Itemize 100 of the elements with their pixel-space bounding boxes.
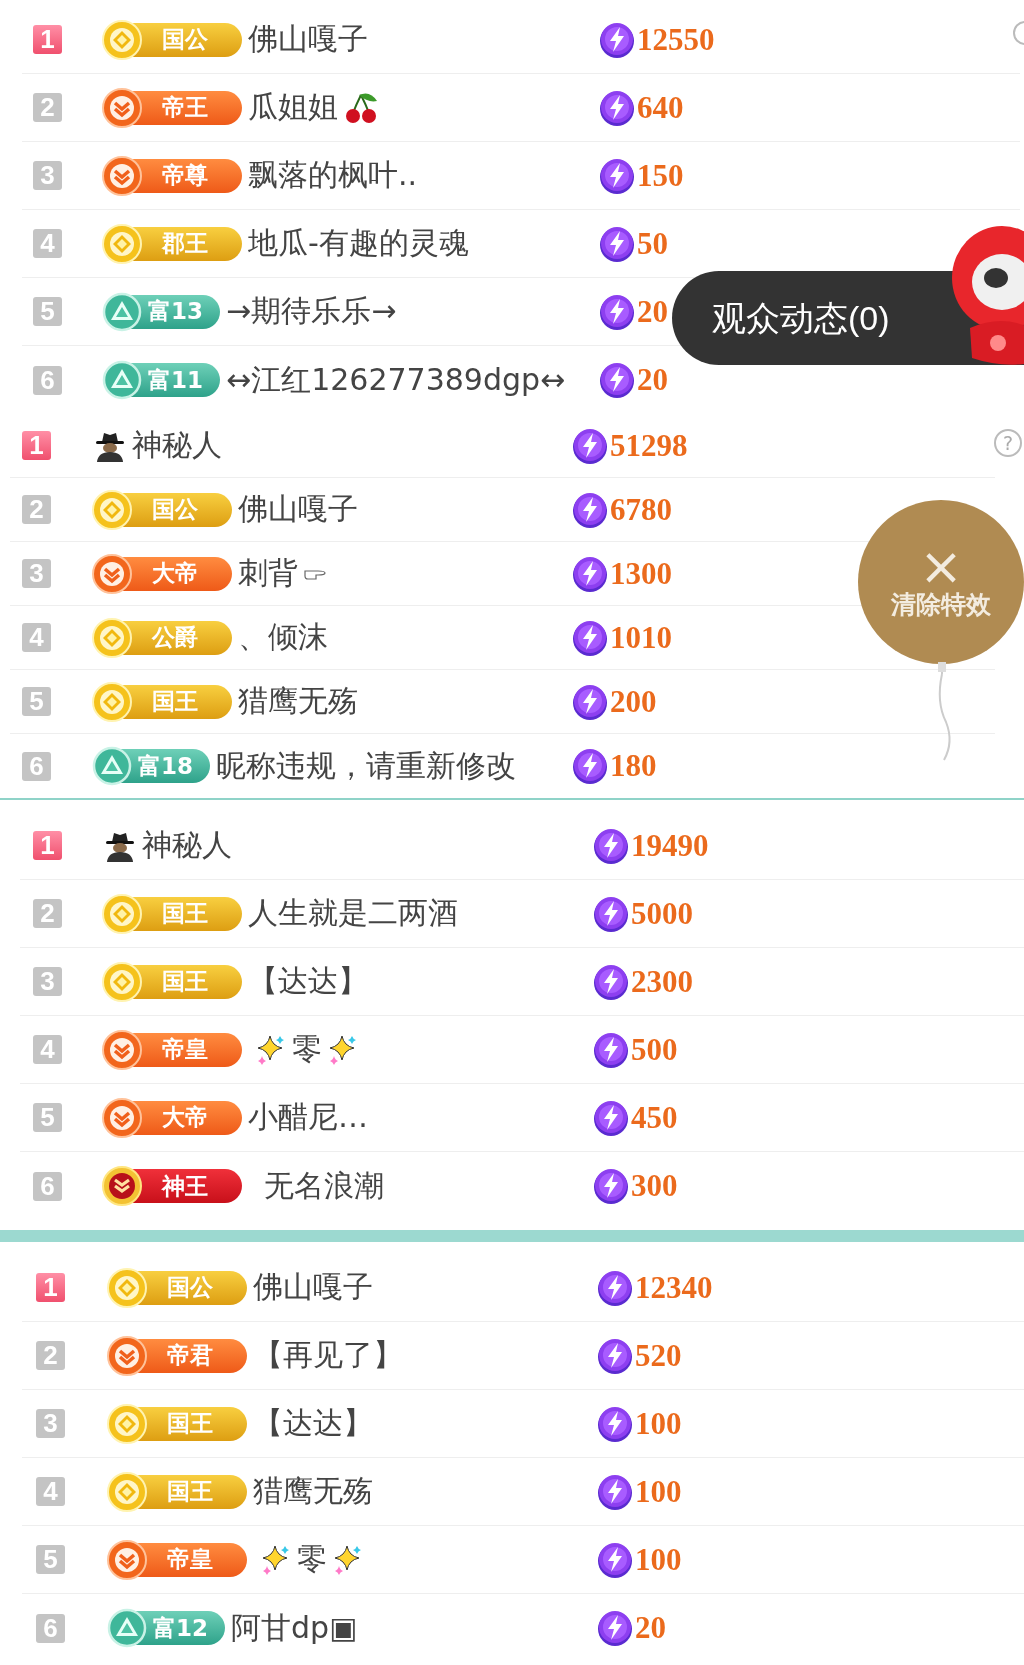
sparkle-icon xyxy=(333,1543,363,1576)
lightning-coin-icon xyxy=(572,554,608,593)
rank-number: 1 xyxy=(36,1273,65,1302)
cherry-icon xyxy=(344,90,378,125)
help-icon[interactable]: ? xyxy=(994,429,1022,457)
sparkle-icon xyxy=(328,1033,358,1066)
score-value: 6780 xyxy=(610,491,672,528)
lightning-coin-icon xyxy=(593,894,629,933)
level-badge: 帝君 xyxy=(109,1338,247,1373)
level-badge: 富13 xyxy=(104,294,220,329)
lightning-coin-icon xyxy=(593,1098,629,1137)
user-name: 佛山嘎子 xyxy=(248,20,368,58)
lightning-coin-icon xyxy=(572,682,608,721)
score-value: 180 xyxy=(610,748,657,784)
lightning-coin-icon xyxy=(597,1609,633,1647)
user-name: 猎鹰无殇 xyxy=(238,682,358,720)
user-name: 零 xyxy=(297,1540,327,1578)
lightning-coin-icon xyxy=(599,361,635,399)
user-name: 地瓜-有趣的灵魂 xyxy=(248,224,469,262)
level-badge: 帝尊 xyxy=(104,158,242,193)
score-value: 5000 xyxy=(631,895,693,932)
lightning-coin-icon xyxy=(597,1336,633,1375)
level-badge: 国王 xyxy=(104,964,242,999)
rank-number: 4 xyxy=(33,1035,62,1064)
lightning-coin-icon xyxy=(597,1472,633,1511)
level-badge: 帝皇 xyxy=(104,1032,242,1067)
lightning-coin-icon xyxy=(597,1404,633,1443)
rank-number: 6 xyxy=(36,1613,65,1643)
user-name: ↔江红126277389dgp↔ xyxy=(226,360,566,399)
level-badge: 国王 xyxy=(109,1474,247,1509)
lightning-coin-icon xyxy=(593,962,629,1001)
lightning-coin-icon xyxy=(593,1030,629,1069)
lightning-coin-icon xyxy=(599,156,635,195)
score-value: 12550 xyxy=(637,21,715,58)
score-value: 450 xyxy=(631,1099,678,1136)
rank-number: 2 xyxy=(36,1341,65,1370)
score-value: 20 xyxy=(637,293,668,330)
rank-number: 5 xyxy=(22,687,51,716)
score-value: 300 xyxy=(631,1168,678,1204)
level-badge: 大帝 xyxy=(94,556,232,591)
level-badge: 公爵 xyxy=(94,620,232,655)
level-badge: 大帝 xyxy=(104,1100,242,1135)
score-value: 100 xyxy=(635,1541,682,1578)
level-badge: 富12 xyxy=(109,1611,225,1645)
rank-number: 5 xyxy=(33,1103,62,1132)
rank-number: 5 xyxy=(36,1545,65,1574)
score-value: 200 xyxy=(610,683,657,720)
score-value: 100 xyxy=(635,1405,682,1442)
rank-number: 6 xyxy=(33,365,62,395)
score-value: 2300 xyxy=(631,963,693,1000)
score-value: 20 xyxy=(635,1610,666,1646)
lightning-coin-icon xyxy=(599,292,635,331)
score-value: 1300 xyxy=(610,555,672,592)
user-name: 佛山嘎子 xyxy=(253,1268,373,1306)
lightning-coin-icon xyxy=(599,224,635,263)
rank-number: 6 xyxy=(33,1171,62,1201)
rank-number: 4 xyxy=(36,1477,65,1506)
level-badge: 国王 xyxy=(109,1406,247,1441)
lightning-coin-icon xyxy=(572,490,608,529)
lightning-coin-icon xyxy=(599,20,635,59)
score-value: 12340 xyxy=(635,1269,713,1306)
score-value: 150 xyxy=(637,157,684,194)
rank-number: 1 xyxy=(33,831,62,860)
user-name: 人生就是二两酒 xyxy=(248,894,458,932)
user-name: 神秘人 xyxy=(132,426,222,464)
rank-number: 2 xyxy=(33,899,62,928)
level-badge: 国公 xyxy=(94,492,232,527)
level-badge: 国王 xyxy=(94,684,232,719)
score-value: 100 xyxy=(635,1473,682,1510)
lightning-coin-icon xyxy=(572,747,608,785)
user-name: 无名浪潮 xyxy=(264,1166,384,1205)
level-badge: 帝王 xyxy=(104,90,242,125)
user-name: 昵称违规，请重新修改 xyxy=(216,746,516,785)
score-value: 520 xyxy=(635,1337,682,1374)
lightning-coin-icon xyxy=(572,426,608,465)
sparkle-icon xyxy=(261,1543,291,1576)
lightning-coin-icon xyxy=(572,618,608,657)
user-name: 猎鹰无殇 xyxy=(253,1472,373,1510)
level-badge: 神王 xyxy=(104,1169,242,1203)
score-value: 50 xyxy=(637,225,668,262)
lightning-coin-icon xyxy=(599,88,635,127)
lightning-coin-icon xyxy=(593,1167,629,1205)
level-badge: 富18 xyxy=(94,749,210,783)
rank-number: 4 xyxy=(33,229,62,258)
score-value: 1010 xyxy=(610,619,672,656)
user-name: 阿甘dp▣ xyxy=(231,1608,358,1647)
level-badge: 国王 xyxy=(104,896,242,931)
rank-number: 2 xyxy=(33,93,62,122)
clear-effects-button[interactable]: × 清除特效 xyxy=(858,500,1024,664)
score-value: 20 xyxy=(637,362,668,398)
rank-number: 3 xyxy=(33,967,62,996)
level-badge: 国公 xyxy=(109,1270,247,1305)
score-value: 500 xyxy=(631,1031,678,1068)
rank-number: 3 xyxy=(33,161,62,190)
level-badge: 帝皇 xyxy=(109,1542,247,1577)
user-name: 小醋尼… xyxy=(248,1098,368,1136)
user-name: 刺背 xyxy=(238,554,298,592)
rank-number: 6 xyxy=(22,751,51,781)
user-name: 瓜姐姐 xyxy=(248,88,338,126)
sparkle-icon xyxy=(256,1033,286,1066)
